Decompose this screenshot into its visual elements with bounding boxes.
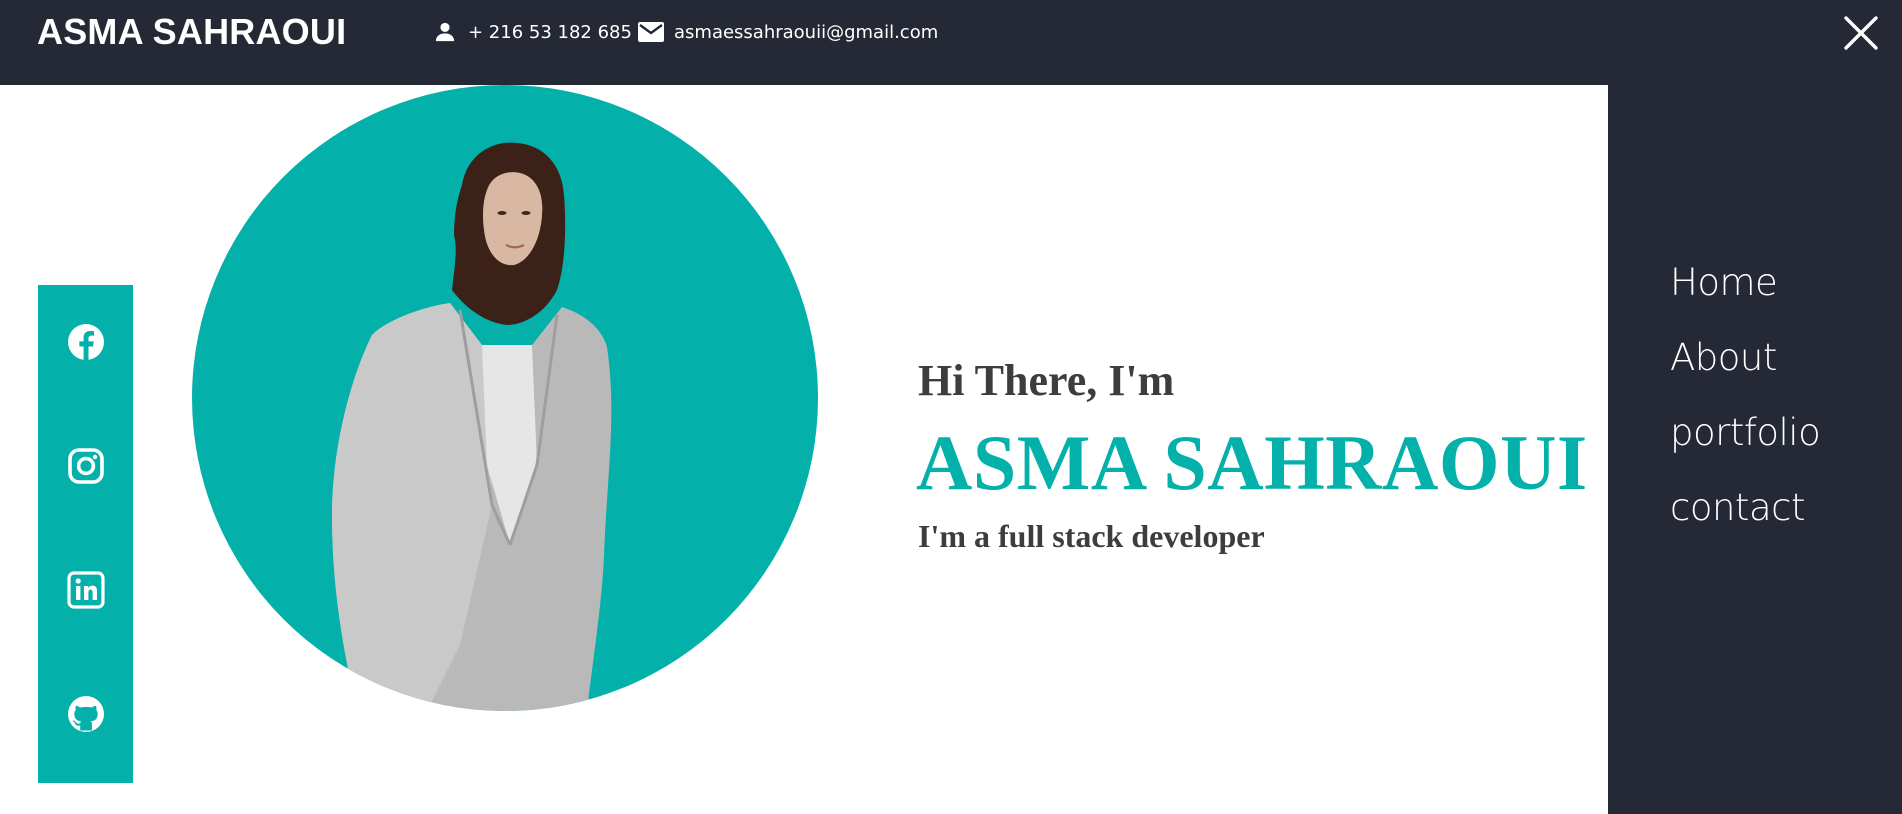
mail-icon [638, 20, 664, 44]
linkedin-icon[interactable] [67, 571, 105, 609]
facebook-icon[interactable] [67, 323, 105, 361]
person-icon [432, 20, 458, 44]
email-text: asmaessahraouii@gmail.com [674, 21, 939, 43]
github-icon[interactable] [67, 695, 105, 733]
hero-portrait-circle [192, 85, 818, 711]
brand-logo[interactable]: ASMA SAHRAOUI [37, 14, 346, 50]
contact-phone: + 216 53 182 685 [432, 20, 632, 44]
close-icon [1844, 16, 1878, 50]
nav-item-contact[interactable]: contact [1670, 486, 1805, 530]
hero-name: ASMA SAHRAOUI [916, 419, 1588, 506]
hero-greeting: Hi There, I'm [918, 356, 1175, 405]
hero-role: I'm a full stack developer [918, 518, 1265, 554]
top-bar: ASMA SAHRAOUI + 216 53 182 685 asmaessah… [0, 0, 1902, 85]
profile-photo [332, 142, 612, 711]
social-sidebar [38, 285, 133, 783]
contact-email: asmaessahraouii@gmail.com [638, 20, 938, 44]
instagram-icon[interactable] [67, 447, 105, 485]
close-menu-button[interactable] [1842, 14, 1880, 52]
phone-text: + 216 53 182 685 [468, 21, 632, 43]
nav-item-portfolio[interactable]: portfolio [1670, 411, 1821, 455]
nav-panel: Home About portfolio contact [1608, 85, 1902, 814]
nav-item-home[interactable]: Home [1670, 261, 1778, 305]
nav-item-about[interactable]: About [1670, 336, 1777, 380]
